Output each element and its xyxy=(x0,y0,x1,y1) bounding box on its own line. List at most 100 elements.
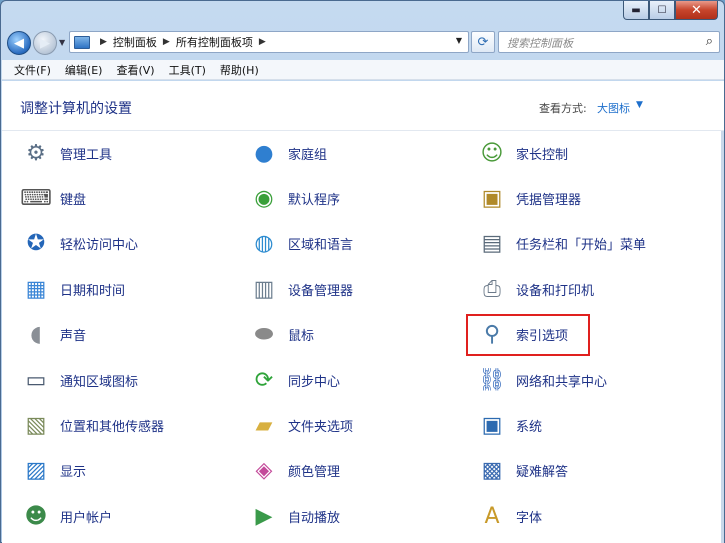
view-by-dropdown[interactable]: 大图标 xyxy=(597,100,630,116)
control-panel-item[interactable]: A 字体 xyxy=(476,494,542,538)
control-panel-item[interactable]: ▧ 位置和其他传感器 xyxy=(20,403,164,447)
menu-help[interactable]: 帮助(H) xyxy=(213,62,266,78)
control-panel-item[interactable]: ⎙ 设备和打印机 xyxy=(476,267,594,311)
homegroup-icon: ● xyxy=(254,140,274,166)
search-input[interactable]: 搜索控制面板 ⌕ xyxy=(498,31,720,53)
control-panel-item[interactable]: ◉ 默认程序 xyxy=(248,176,340,220)
control-panel-item[interactable]: ◍ 区域和语言 xyxy=(248,222,353,266)
control-panel-item-label: 字体 xyxy=(516,510,543,526)
content-pane: 调整计算机的设置 查看方式: 大图标 ▼ ⚙ 管理工具 ● 家庭组 ☺ 家长控制 ⌨ 键盘 ◉ 默… xyxy=(2,81,724,543)
control-panel-item-label: 网络和共享中心 xyxy=(516,374,608,390)
folder-options-icon: ▰ xyxy=(255,412,273,438)
control-panel-item[interactable]: ✪ 轻松访问中心 xyxy=(20,222,138,266)
control-panel-item[interactable]: ⌨ 键盘 xyxy=(20,176,86,220)
control-panel-item-label: 日期和时间 xyxy=(60,283,126,299)
control-panel-item[interactable]: ▶ 自动播放 xyxy=(248,494,340,538)
control-panel-item-label: 颜色管理 xyxy=(288,465,341,481)
control-panel-item[interactable]: ▤ 任务栏和「开始」菜单 xyxy=(476,222,646,266)
breadcrumb-separator[interactable]: ▶ xyxy=(259,37,266,47)
control-panel-item[interactable]: ⟳ 同步中心 xyxy=(248,358,340,402)
control-panel-item[interactable]: ☺ 家长控制 xyxy=(476,131,568,175)
admin-tools-icon: ⚙ xyxy=(26,140,46,166)
control-panel-item-label: 管理工具 xyxy=(60,147,113,163)
control-panel-item[interactable]: ▰ 文件夹选项 xyxy=(248,403,353,447)
menu-tools[interactable]: 工具(T) xyxy=(162,62,213,78)
control-panel-item-label: 通知区域图标 xyxy=(60,374,139,390)
maximize-button[interactable]: ☐ xyxy=(649,1,675,20)
control-panel-item-label: 家长控制 xyxy=(516,147,569,163)
control-panel-item-label: 默认程序 xyxy=(288,192,341,208)
scrollbar[interactable] xyxy=(721,131,724,543)
back-button[interactable]: ◀ xyxy=(7,31,31,55)
control-panel-item-label: 同步中心 xyxy=(288,374,341,390)
control-panel-item[interactable]: ▦ 日期和时间 xyxy=(20,267,125,311)
menu-file[interactable]: 文件(F) xyxy=(2,62,58,78)
parental-controls-icon: ☺ xyxy=(480,140,504,166)
search-icon[interactable]: ⌕ xyxy=(706,34,713,49)
chevron-down-icon[interactable]: ▼ xyxy=(636,100,643,110)
breadcrumb-separator[interactable]: ▶ xyxy=(100,37,107,47)
control-panel-window: ▬ ☐ ✕ ◀ ▶ ▼ ▶ 控制面板 ▶ 所有控制面板项 ▶ ▼ ⟳ 搜索控制面… xyxy=(0,0,725,543)
refresh-icon: ⟳ xyxy=(477,34,489,50)
forward-button[interactable]: ▶ xyxy=(33,31,57,55)
menu-view[interactable]: 查看(V) xyxy=(109,62,161,78)
search-placeholder: 搜索控制面板 xyxy=(507,37,573,50)
control-panel-item[interactable]: ⛓ 网络和共享中心 xyxy=(476,358,607,402)
region-language-icon: ◍ xyxy=(254,231,274,257)
notification-area-icon: ▭ xyxy=(25,367,47,393)
control-panel-item[interactable]: ▣ 系统 xyxy=(476,403,542,447)
control-panel-item-label: 声音 xyxy=(60,329,87,345)
devices-printers-icon: ⎙ xyxy=(483,276,501,302)
control-panel-item-label: 显示 xyxy=(60,465,87,481)
control-panel-item[interactable]: ▭ 通知区域图标 xyxy=(20,358,138,402)
sound-icon: ◖ xyxy=(30,322,42,348)
ease-of-access-icon: ✪ xyxy=(26,231,46,257)
device-manager-icon: ▥ xyxy=(253,276,275,302)
default-programs-icon: ◉ xyxy=(254,185,274,211)
keyboard-icon: ⌨ xyxy=(20,185,52,211)
navigation-bar: ◀ ▶ ▼ ▶ 控制面板 ▶ 所有控制面板项 ▶ ▼ ⟳ 搜索控制面板 ⌕ xyxy=(1,28,725,56)
control-panel-item[interactable]: ▨ 显示 xyxy=(20,449,86,493)
control-panel-item-label: 轻松访问中心 xyxy=(60,238,139,254)
taskbar-icon: ▤ xyxy=(481,231,503,257)
control-panel-item[interactable]: ⚙ 管理工具 xyxy=(20,131,112,175)
address-bar[interactable]: ▶ 控制面板 ▶ 所有控制面板项 ▶ ▼ xyxy=(69,31,469,53)
breadcrumb-separator[interactable]: ▶ xyxy=(163,37,170,47)
control-panel-item-label: 设备管理器 xyxy=(288,283,354,299)
page-title: 调整计算机的设置 xyxy=(20,101,132,117)
control-panel-item-label: 用户帐户 xyxy=(60,510,113,526)
autoplay-icon: ▶ xyxy=(255,503,273,529)
user-accounts-icon: ☻ xyxy=(24,503,48,529)
control-panel-item[interactable]: ▩ 疑难解答 xyxy=(476,449,568,493)
control-panel-item-label: 设备和打印机 xyxy=(516,283,595,299)
caption-buttons: ▬ ☐ ✕ xyxy=(623,1,718,20)
date-time-icon: ▦ xyxy=(25,276,47,302)
recent-pages-dropdown[interactable]: ▼ xyxy=(59,38,65,47)
control-panel-item[interactable]: ◖ 声音 xyxy=(20,313,86,357)
control-panel-item[interactable]: ▣ 凭据管理器 xyxy=(476,176,581,220)
control-panel-item[interactable]: ☻ 用户帐户 xyxy=(20,494,112,538)
refresh-button[interactable]: ⟳ xyxy=(471,31,495,53)
mouse-icon: ⬬ xyxy=(254,322,274,348)
control-panel-item[interactable]: ▥ 设备管理器 xyxy=(248,267,353,311)
control-panel-icon xyxy=(74,35,90,49)
control-panel-item[interactable]: ● 家庭组 xyxy=(248,131,327,175)
control-panel-item-label: 任务栏和「开始」菜单 xyxy=(516,238,647,254)
fonts-icon: A xyxy=(484,503,500,529)
control-panel-item[interactable]: ◈ 颜色管理 xyxy=(248,449,340,493)
control-panel-item-label: 疑难解答 xyxy=(516,465,569,481)
content-header: 调整计算机的设置 查看方式: 大图标 ▼ xyxy=(2,81,724,131)
minimize-button[interactable]: ▬ xyxy=(623,1,649,20)
control-panel-item-label: 鼠标 xyxy=(288,329,315,345)
menu-edit[interactable]: 编辑(E) xyxy=(58,62,110,78)
breadcrumb-all-items[interactable]: 所有控制面板项 xyxy=(176,34,253,50)
breadcrumb-control-panel[interactable]: 控制面板 xyxy=(113,34,157,50)
highlight-box xyxy=(466,314,590,356)
view-by-label: 查看方式: xyxy=(539,102,587,115)
troubleshooting-icon: ▩ xyxy=(481,458,503,484)
close-button[interactable]: ✕ xyxy=(675,1,718,20)
control-panel-item-label: 家庭组 xyxy=(288,147,328,163)
address-history-dropdown[interactable]: ▼ xyxy=(456,36,462,45)
menu-bar: 文件(F) 编辑(E) 查看(V) 工具(T) 帮助(H) xyxy=(2,60,724,80)
control-panel-item[interactable]: ⬬ 鼠标 xyxy=(248,313,314,357)
